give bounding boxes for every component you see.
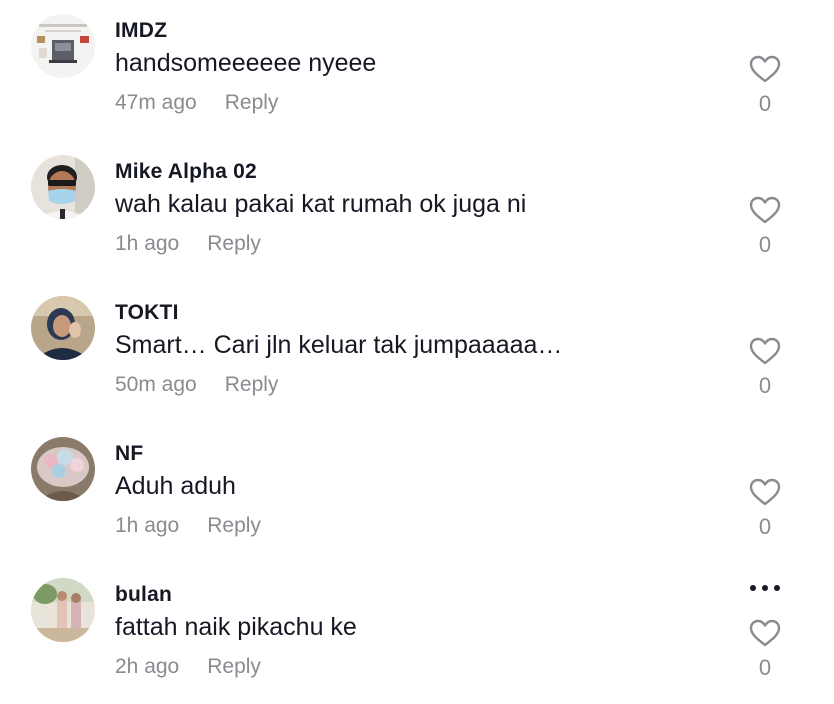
comment-meta: 50m ago Reply <box>115 373 278 397</box>
reply-button[interactable]: Reply <box>225 373 279 396</box>
heart-icon[interactable] <box>749 619 781 647</box>
avatar[interactable] <box>31 578 95 642</box>
comment-username[interactable]: Mike Alpha 02 <box>115 160 257 184</box>
comment-meta: 2h ago Reply <box>115 655 261 679</box>
heart-icon[interactable] <box>749 55 781 83</box>
comment-item: Mike Alpha 02 wah kalau pakai kat rumah … <box>0 141 834 281</box>
like-count: 0 <box>758 373 772 398</box>
comment-timestamp: 47m ago <box>115 91 197 114</box>
comment-item: IMDZ handsomeeeeee nyeee 47m ago Reply 0 <box>0 0 834 140</box>
more-options-icon[interactable] <box>745 583 785 593</box>
reply-button[interactable]: Reply <box>207 232 261 255</box>
comment-list: IMDZ handsomeeeeee nyeee 47m ago Reply 0 … <box>0 0 834 702</box>
comment-username[interactable]: IMDZ <box>115 19 167 43</box>
reply-button[interactable]: Reply <box>225 91 279 114</box>
heart-icon[interactable] <box>749 196 781 224</box>
comment-meta: 47m ago Reply <box>115 91 278 115</box>
comment-timestamp: 1h ago <box>115 232 180 255</box>
heart-icon[interactable] <box>749 337 781 365</box>
comment-timestamp: 2h ago <box>115 655 180 678</box>
comment-text: handsomeeeeee nyeee <box>115 49 377 77</box>
comment-meta: 1h ago Reply <box>115 232 261 256</box>
comment-username[interactable]: bulan <box>115 583 172 607</box>
comment-meta: 1h ago Reply <box>115 514 261 538</box>
comment-text: Smart… Cari jln keluar tak jumpaaaaa… <box>115 331 563 359</box>
like-count: 0 <box>758 514 772 539</box>
comment-item: NF Aduh aduh 1h ago Reply 0 <box>0 423 834 563</box>
comment-username[interactable]: NF <box>115 442 143 466</box>
avatar[interactable] <box>31 296 95 360</box>
comment-timestamp: 50m ago <box>115 373 197 396</box>
heart-icon[interactable] <box>749 478 781 506</box>
reply-button[interactable]: Reply <box>207 655 261 678</box>
avatar[interactable] <box>31 14 95 78</box>
like-count: 0 <box>758 655 772 680</box>
avatar[interactable] <box>31 437 95 501</box>
comment-item: TOKTI Smart… Cari jln keluar tak jumpaaa… <box>0 282 834 422</box>
comment-item: bulan fattah naik pikachu ke 2h ago Reply… <box>0 564 834 704</box>
like-count: 0 <box>758 91 772 116</box>
comment-username[interactable]: TOKTI <box>115 301 179 325</box>
comment-timestamp: 1h ago <box>115 514 180 537</box>
like-count: 0 <box>758 232 772 257</box>
avatar[interactable] <box>31 155 95 219</box>
comment-text: fattah naik pikachu ke <box>115 613 357 641</box>
comment-text: wah kalau pakai kat rumah ok juga ni <box>115 190 527 218</box>
comment-text: Aduh aduh <box>115 472 236 500</box>
reply-button[interactable]: Reply <box>207 514 261 537</box>
